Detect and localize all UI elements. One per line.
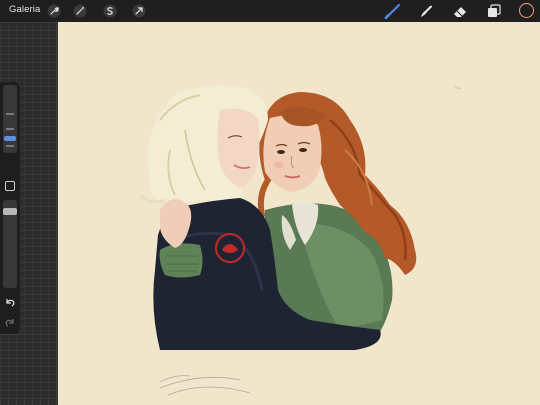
selection-s-icon[interactable] xyxy=(102,3,118,19)
drawing-canvas[interactable] xyxy=(58,22,540,405)
opacity-slider[interactable] xyxy=(3,200,17,288)
eraser-icon[interactable] xyxy=(451,3,469,19)
left-sidebar xyxy=(0,82,20,334)
redo-icon[interactable] xyxy=(4,315,16,327)
brush-icon[interactable] xyxy=(384,3,402,19)
layers-icon[interactable] xyxy=(485,3,503,19)
artwork xyxy=(138,85,462,396)
brush-size-thumb[interactable] xyxy=(4,136,16,141)
modify-button[interactable] xyxy=(5,181,15,191)
transform-arrow-icon[interactable] xyxy=(131,3,147,19)
brush-size-slider[interactable] xyxy=(3,85,17,153)
undo-icon[interactable] xyxy=(4,295,16,307)
opacity-thumb[interactable] xyxy=(3,208,17,215)
smudge-icon[interactable] xyxy=(417,3,435,19)
slider-tick xyxy=(6,145,14,147)
top-toolbar: Galeria xyxy=(0,0,540,22)
wrench-icon[interactable] xyxy=(46,3,62,19)
color-picker-swatch[interactable] xyxy=(519,3,534,18)
magic-wand-icon[interactable] xyxy=(72,3,88,19)
slider-tick xyxy=(6,128,14,130)
gallery-button[interactable]: Galeria xyxy=(9,4,40,15)
slider-tick xyxy=(6,113,14,115)
